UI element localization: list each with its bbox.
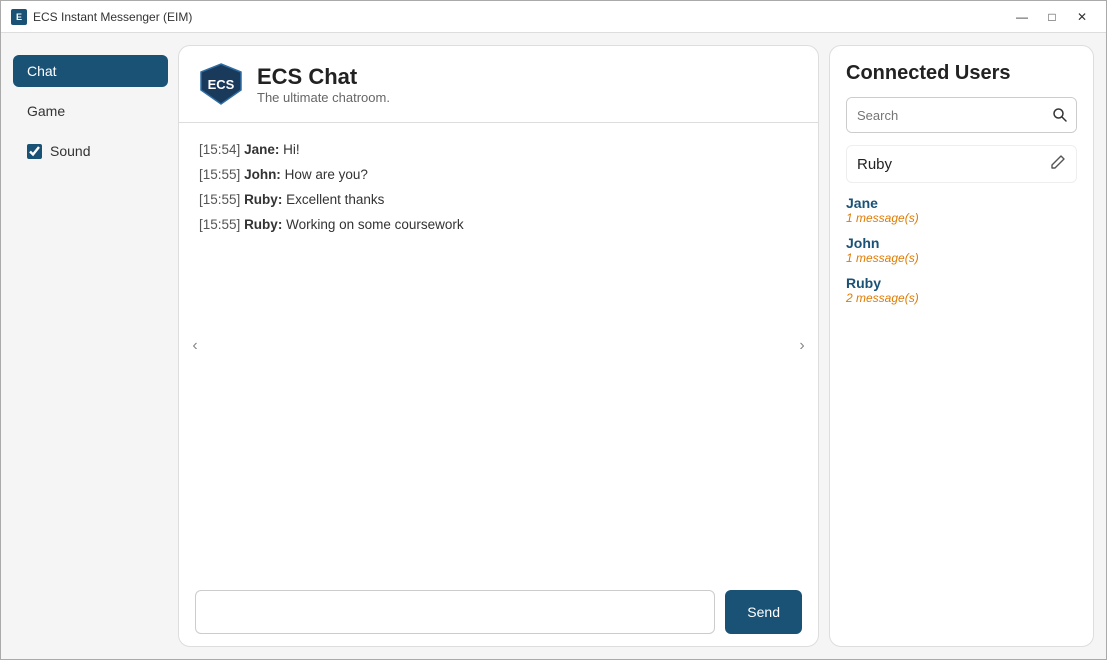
user-message-count: 2 message(s)	[846, 291, 1077, 305]
sound-checkbox-label[interactable]: Sound	[13, 135, 168, 167]
main-content: Chat Game Sound ECS ECS Chat The ultimat	[1, 33, 1106, 659]
sidebar: Chat Game Sound	[13, 45, 168, 647]
chat-logo-icon: ECS	[199, 62, 243, 106]
svg-text:ECS: ECS	[208, 77, 235, 92]
message-line: [15:54] Jane: Hi!	[199, 139, 798, 162]
user-message-count: 1 message(s)	[846, 211, 1077, 225]
search-icon	[1052, 107, 1068, 123]
msg-text: Excellent thanks	[286, 192, 384, 207]
chat-nav-left-button[interactable]: ‹	[183, 334, 207, 358]
user-name: Jane	[846, 195, 1077, 211]
msg-time: [15:55]	[199, 192, 240, 207]
app-icon: E	[11, 9, 27, 25]
msg-text: Working on some coursework	[286, 217, 464, 232]
app-title: ECS Instant Messenger (EIM)	[33, 10, 192, 24]
chat-header: ECS ECS Chat The ultimate chatroom.	[179, 46, 818, 123]
search-button[interactable]	[1043, 98, 1076, 132]
msg-text: How are you?	[285, 167, 368, 182]
send-button[interactable]: Send	[725, 590, 802, 634]
user-entry[interactable]: Jane1 message(s)	[846, 195, 1077, 225]
user-name: Ruby	[846, 275, 1077, 291]
title-bar: E ECS Instant Messenger (EIM) — □ ✕	[1, 1, 1106, 33]
msg-time: [15:55]	[199, 217, 240, 232]
chat-header-text: ECS Chat The ultimate chatroom.	[257, 64, 390, 105]
title-bar-controls: — □ ✕	[1008, 6, 1096, 28]
user-entry[interactable]: Ruby2 message(s)	[846, 275, 1077, 305]
search-box	[846, 97, 1077, 133]
current-user-name: Ruby	[857, 156, 892, 173]
right-panel: Connected Users Ruby	[829, 45, 1094, 647]
chat-nav-right-button[interactable]: ›	[790, 334, 814, 358]
maximize-button[interactable]: □	[1038, 6, 1066, 28]
sound-label: Sound	[50, 143, 90, 159]
current-user-row: Ruby	[846, 145, 1077, 183]
close-button[interactable]: ✕	[1068, 6, 1096, 28]
title-bar-left: E ECS Instant Messenger (EIM)	[11, 9, 192, 25]
minimize-button[interactable]: —	[1008, 6, 1036, 28]
chat-title: ECS Chat	[257, 64, 390, 90]
message-line: [15:55] Ruby: Working on some coursework	[199, 214, 798, 237]
sidebar-item-game[interactable]: Game	[13, 95, 168, 127]
app-window: E ECS Instant Messenger (EIM) — □ ✕ Chat…	[0, 0, 1107, 660]
msg-text: Hi!	[283, 142, 300, 157]
chat-area: ECS ECS Chat The ultimate chatroom. [15:…	[178, 45, 819, 647]
msg-time: [15:54]	[199, 142, 240, 157]
msg-user: Ruby:	[244, 192, 282, 207]
user-message-count: 1 message(s)	[846, 251, 1077, 265]
msg-user: John:	[244, 167, 281, 182]
users-list: Jane1 message(s)John1 message(s)Ruby2 me…	[846, 195, 1077, 305]
chat-input-area: Send	[179, 578, 818, 646]
msg-time: [15:55]	[199, 167, 240, 182]
edit-username-button[interactable]	[1050, 154, 1066, 174]
sidebar-item-chat[interactable]: Chat	[13, 55, 168, 87]
message-line: [15:55] Ruby: Excellent thanks	[199, 189, 798, 212]
user-name: John	[846, 235, 1077, 251]
msg-user: Ruby:	[244, 217, 282, 232]
message-line: [15:55] John: How are you?	[199, 164, 798, 187]
chat-messages: [15:54] Jane: Hi![15:55] John: How are y…	[179, 123, 818, 578]
connected-users-title: Connected Users	[846, 62, 1077, 85]
sound-checkbox[interactable]	[27, 144, 42, 159]
edit-icon	[1050, 154, 1066, 170]
chat-input[interactable]	[195, 590, 715, 634]
user-entry[interactable]: John1 message(s)	[846, 235, 1077, 265]
msg-user: Jane:	[244, 142, 279, 157]
chat-subtitle: The ultimate chatroom.	[257, 90, 390, 105]
search-input[interactable]	[847, 98, 1043, 132]
